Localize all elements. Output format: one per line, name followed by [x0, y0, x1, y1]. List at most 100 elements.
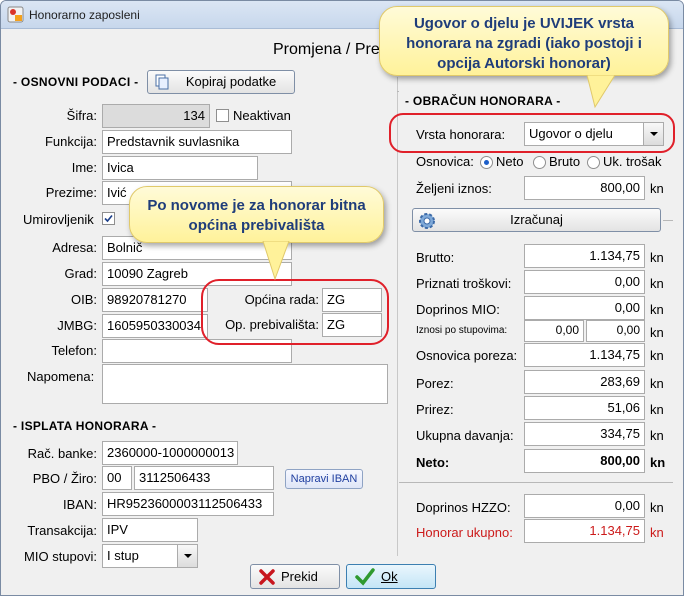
ok-button[interactable]: Ok — [346, 564, 436, 589]
honorar-ukupno-unit: kn — [650, 525, 664, 540]
checkmark-icon — [355, 568, 375, 586]
app-icon — [7, 6, 24, 23]
doprinos-hzzo-unit: kn — [650, 500, 664, 515]
funkcija-label: Funkcija: — [44, 134, 97, 149]
iznosi-value-1: 0,00 — [524, 320, 584, 342]
neto-value: 800,00 — [524, 449, 645, 473]
osnovica-uk-trosak-radio[interactable] — [587, 156, 600, 169]
adresa-label: Adresa: — [52, 240, 97, 255]
transakcija-label: Transakcija: — [27, 523, 97, 538]
zeljeni-iznos-field[interactable]: 800,00 — [524, 176, 645, 200]
sifra-field: 134 — [102, 104, 210, 128]
umirovljenik-checkbox[interactable] — [102, 212, 115, 225]
mio-label: MIO stupovi: — [24, 549, 97, 564]
callout-opcina: Po novome je za honorar bitna općina pre… — [129, 186, 384, 243]
funkcija-field[interactable]: Predstavnik suvlasnika — [102, 130, 292, 154]
section-title-obracun: - OBRAČUN HONORARA - — [405, 94, 561, 108]
callout-opcina-text: Po novome je za honorar bitna općina pre… — [147, 197, 366, 234]
ok-label: Ok — [381, 569, 398, 584]
callout-pointer-middle — [262, 241, 290, 281]
zeljeni-iznos-label: Željeni iznos: — [416, 181, 492, 196]
pbo-model-field[interactable]: 00 — [102, 466, 132, 490]
pbo-field[interactable]: 3112506433 — [134, 466, 274, 490]
prirez-label: Prirez: — [416, 402, 454, 417]
prezime-label: Prezime: — [45, 185, 97, 200]
jmbg-field[interactable]: 1605950330034 — [102, 314, 208, 338]
priznati-unit: kn — [650, 276, 664, 291]
doprinos-mio-unit: kn — [650, 302, 664, 317]
section-title-osnovni: - OSNOVNI PODACI - — [13, 75, 139, 89]
close-icon — [259, 569, 275, 585]
neaktivan-label: Neaktivan — [233, 108, 291, 123]
porez-label: Porez: — [416, 376, 454, 391]
iban-label: IBAN: — [63, 497, 97, 512]
priznati-value: 0,00 — [524, 270, 645, 294]
highlight-vrsta-honorara — [389, 113, 675, 153]
mio-dropdown-button[interactable] — [177, 545, 197, 567]
ukupna-davanja-value: 334,75 — [524, 422, 645, 446]
ime-label: Ime: — [71, 160, 97, 175]
iznosi-value-2: 0,00 — [586, 320, 645, 342]
ime-field[interactable]: Ivica — [102, 156, 258, 180]
osnovica-neto-radio[interactable] — [480, 156, 493, 169]
napomena-label: Napomena: — [27, 369, 95, 384]
doprinos-hzzo-value: 0,00 — [524, 494, 645, 518]
porez-value: 283,69 — [524, 370, 645, 394]
umirovljenik-label: Umirovljenik — [23, 212, 94, 227]
sifra-label: Šifra: — [66, 108, 97, 123]
copy-icon — [155, 74, 169, 90]
gear-icon — [419, 213, 435, 229]
cancel-button[interactable]: Prekid — [250, 564, 340, 589]
neto-label: Neto: — [416, 455, 450, 470]
page-title: Promjena / Pre — [273, 41, 380, 58]
pbo-label: PBO / Žiro: — [32, 471, 97, 486]
callout-vrsta-honorara: Ugovor o djelu je UVIJEK vrsta honorara … — [379, 6, 669, 76]
grad-label: Grad: — [64, 266, 97, 281]
copy-data-button[interactable]: Kopiraj podatke — [147, 70, 295, 94]
zeljeni-unit: kn — [650, 181, 664, 196]
neto-unit: kn — [650, 455, 666, 470]
ukupna-davanja-label: Ukupna davanja: — [416, 428, 514, 443]
prirez-value: 51,06 — [524, 396, 645, 420]
osnovica-bruto-radio[interactable] — [533, 156, 546, 169]
osnovica-poreza-label: Osnovica poreza: — [416, 348, 518, 363]
cancel-label: Prekid — [281, 569, 318, 584]
osnovica-uk-trosak-label: Uk. trošak — [603, 154, 662, 169]
porez-unit: kn — [650, 376, 664, 391]
transakcija-field[interactable]: IPV — [102, 518, 198, 542]
calculate-label: Izračunaj — [510, 212, 563, 227]
osnovica-neto-label: Neto — [496, 154, 524, 169]
telefon-label: Telefon: — [51, 343, 97, 358]
priznati-label: Priznati troškovi: — [416, 276, 512, 291]
osnovica-bruto-label: Bruto — [549, 154, 581, 169]
doprinos-mio-label: Doprinos MIO: — [416, 302, 500, 317]
honorar-ukupno-label: Honorar ukupno: — [416, 525, 513, 540]
iban-field[interactable]: HR9523600003112506433 — [102, 492, 274, 516]
callout-vrsta-honorara-text: Ugovor o djelu je UVIJEK vrsta honorara … — [406, 15, 642, 72]
bruto-value: 1.134,75 — [524, 244, 645, 268]
honorar-ukupno-value: 1.134,75 — [524, 519, 645, 543]
highlight-opcina — [201, 279, 389, 345]
rac-banke-field[interactable]: 2360000-1000000013 — [102, 441, 238, 465]
iznosi-label: Iznosi po stupovima: — [416, 325, 508, 336]
bruto-unit: kn — [650, 250, 664, 265]
rac-banke-label: Rač. banke: — [27, 446, 97, 461]
check-icon — [104, 214, 113, 223]
prirez-unit: kn — [650, 402, 664, 417]
calculate-button[interactable]: Izračunaj — [412, 208, 661, 232]
ukupna-davanja-unit: kn — [650, 428, 664, 443]
doprinos-mio-value: 0,00 — [524, 296, 645, 320]
make-iban-button[interactable]: Napravi IBAN — [285, 469, 363, 489]
oib-field[interactable]: 98920781270 — [102, 288, 208, 312]
copy-data-label: Kopiraj podatke — [185, 74, 277, 89]
neaktivan-checkbox[interactable] — [216, 109, 229, 122]
iznosi-unit: kn — [650, 325, 664, 340]
oib-label: OIB: — [70, 292, 97, 307]
section-title-isplata: - ISPLATA HONORARA - — [13, 419, 157, 433]
window-title: Honorarno zaposleni — [29, 8, 140, 22]
napomena-field[interactable] — [102, 364, 388, 404]
bruto-label: Brutto: — [416, 250, 455, 265]
doprinos-hzzo-label: Doprinos HZZO: — [416, 500, 511, 515]
window: Honorarno zaposleni Promjena / Pre - OSN… — [0, 0, 684, 596]
chevron-down-icon — [184, 554, 192, 558]
